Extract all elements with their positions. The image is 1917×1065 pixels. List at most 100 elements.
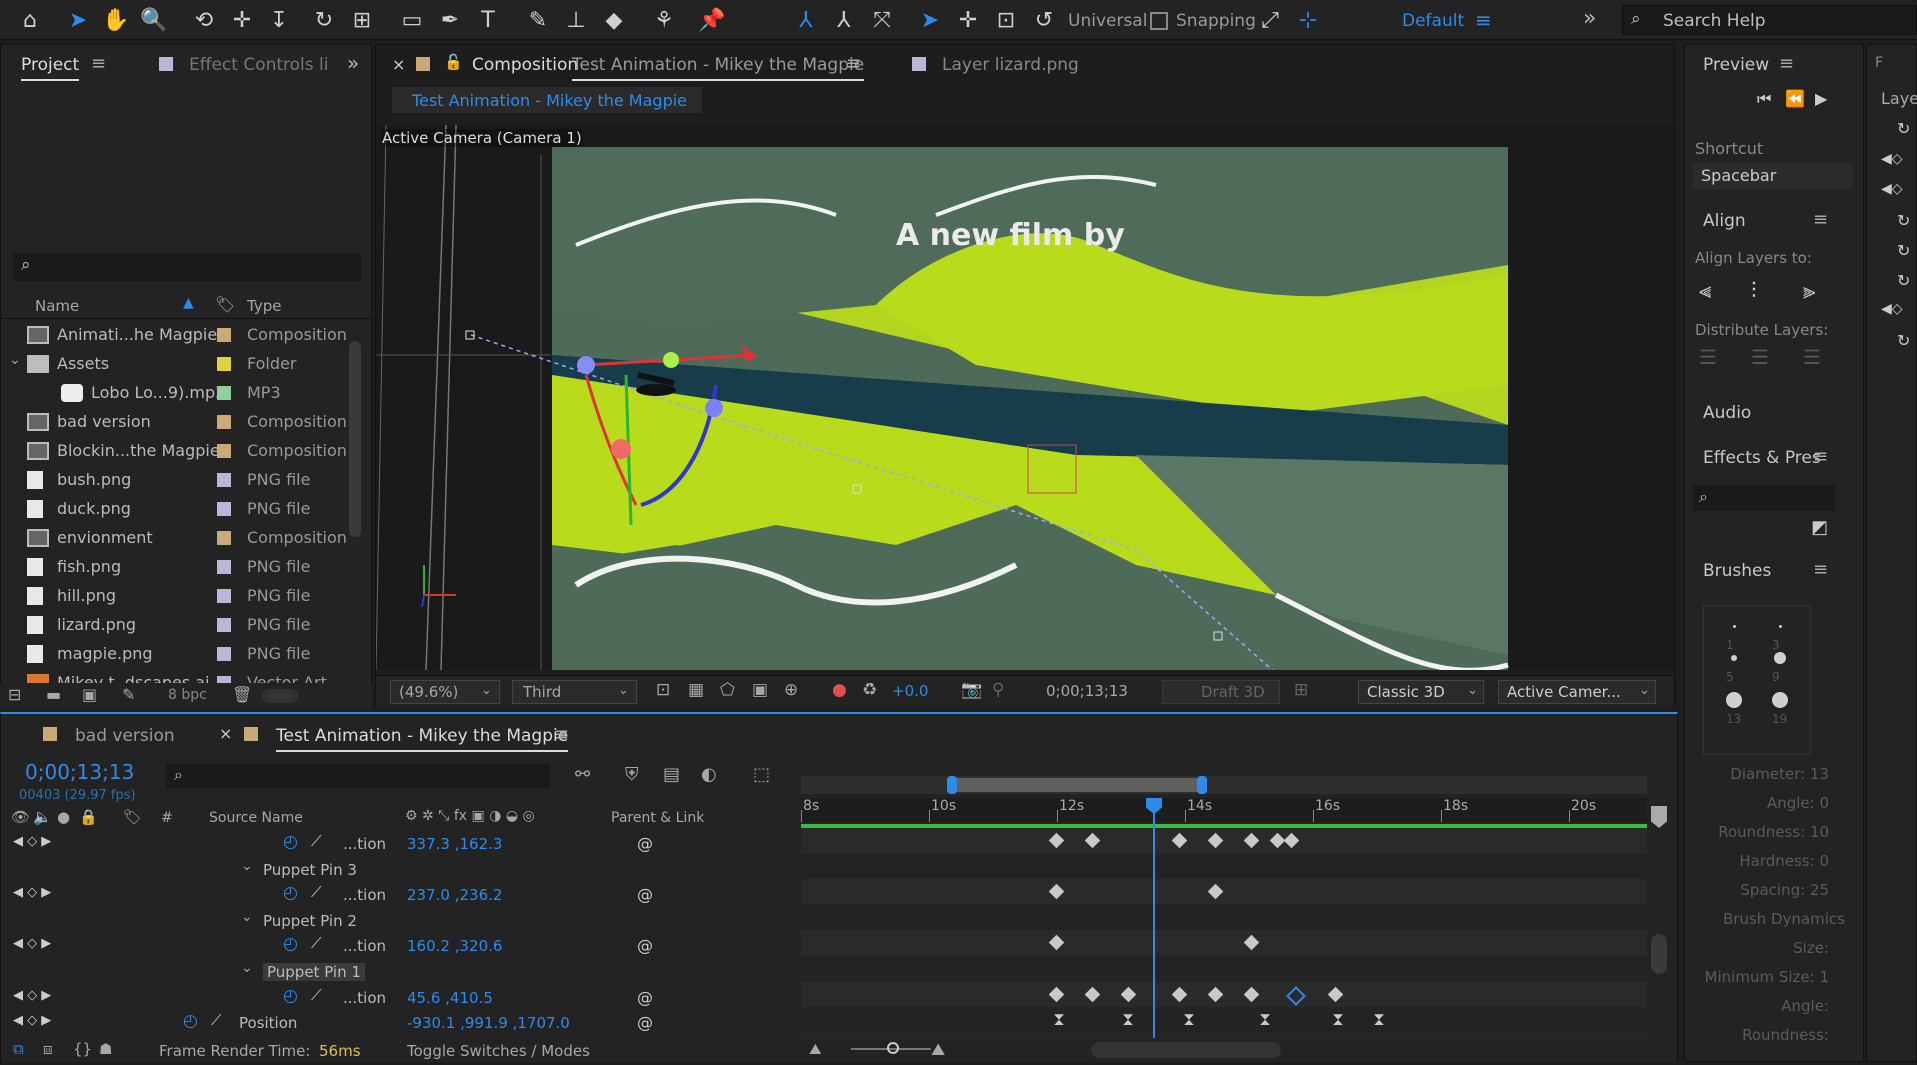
fast-preview-icon[interactable]: ⊡ bbox=[656, 680, 670, 700]
draft-3d-toggle[interactable]: Draft 3D bbox=[1162, 680, 1280, 704]
reset-exposure-icon[interactable]: ♻ bbox=[862, 680, 877, 700]
renderer-dropdown[interactable]: Classic 3D ⌄ bbox=[1358, 680, 1484, 704]
expand-chevron-icon[interactable]: ⌄ bbox=[241, 960, 253, 976]
expand-chevron-icon[interactable]: ⌄ bbox=[241, 909, 253, 925]
channel-icon[interactable]: ● bbox=[832, 680, 847, 700]
brush-tip[interactable] bbox=[1731, 655, 1737, 661]
zoom-out-icon[interactable]: ⛰ bbox=[809, 1040, 822, 1058]
workspace-menu-icon[interactable]: ≡ bbox=[1475, 8, 1492, 32]
eraser-tool-icon[interactable]: ◆ bbox=[600, 6, 628, 34]
stopwatch-icon[interactable]: ◴ bbox=[283, 934, 298, 954]
close-tab-icon[interactable]: × bbox=[392, 55, 405, 74]
comp-marker-bin[interactable] bbox=[1651, 806, 1667, 828]
label-swatch[interactable] bbox=[217, 444, 231, 458]
roto-brush-icon[interactable]: ⚘ bbox=[650, 6, 678, 34]
puppet-pin-icon[interactable]: 📌 bbox=[698, 6, 726, 34]
sort-ascending-icon[interactable]: ▲ bbox=[183, 295, 194, 311]
rotate-3d-icon[interactable]: ↺ bbox=[1030, 6, 1058, 34]
audio-icon[interactable]: 🔈 bbox=[33, 808, 52, 826]
keyframe-nav-icon[interactable]: ◀◇ bbox=[1881, 181, 1903, 197]
timeline-scrollbar[interactable] bbox=[1651, 934, 1667, 974]
tab-effect-controls[interactable]: Effect Controls li bbox=[189, 55, 329, 75]
magnification-dropdown[interactable]: (49.6%) ⌄ bbox=[390, 680, 500, 704]
resolution-dropdown[interactable]: Third ⌄ bbox=[512, 680, 637, 704]
home-icon[interactable]: ⌂ bbox=[16, 6, 44, 34]
previous-frame-icon[interactable]: ⏪ bbox=[1785, 89, 1805, 108]
selection-3d-icon[interactable]: ➤ bbox=[916, 6, 944, 34]
tab-layer[interactable]: Layer lizard.png bbox=[942, 55, 1079, 75]
label-swatch[interactable] bbox=[217, 386, 231, 400]
time-ruler[interactable]: 8s 10s 12s 14s 16s 18s 20s bbox=[801, 798, 1647, 822]
workspace-default[interactable]: Default bbox=[1402, 11, 1464, 31]
new-composition-icon[interactable]: ▣ bbox=[82, 685, 97, 704]
panel-menu-icon[interactable]: ≡ bbox=[1813, 209, 1828, 230]
graph-icon[interactable]: ⟋ bbox=[311, 883, 322, 901]
new-folder-icon[interactable]: ▬ bbox=[46, 685, 61, 704]
pan-behind-icon[interactable]: ⊞ bbox=[348, 6, 376, 34]
mask-visibility-icon[interactable]: ⬠ bbox=[720, 680, 735, 700]
label-swatch[interactable] bbox=[217, 357, 231, 371]
project-item[interactable]: fish.png PNG file bbox=[1, 553, 346, 581]
project-item[interactable]: Lobo Lo...9).mp3 MP3 bbox=[1, 379, 346, 407]
project-item[interactable]: bad version Composition bbox=[1, 408, 346, 436]
graph-icon[interactable]: ⟋ bbox=[311, 934, 322, 952]
move-3d-icon[interactable]: ✛ bbox=[954, 6, 982, 34]
snap-grid-icon[interactable]: ⊹ bbox=[1294, 6, 1322, 34]
panel-grip[interactable]: F bbox=[1875, 55, 1883, 71]
panel-menu-icon[interactable]: ≡ bbox=[1813, 559, 1828, 580]
project-item[interactable]: lizard.png PNG file bbox=[1, 611, 346, 639]
refresh-icon[interactable]: ↻ bbox=[1897, 241, 1910, 260]
more-workspaces-icon[interactable]: » bbox=[1583, 6, 1596, 31]
zoom-tool-icon[interactable]: 🔍 bbox=[140, 6, 168, 34]
keyframe-row[interactable] bbox=[801, 981, 1647, 1007]
pick-whip-icon[interactable]: @ bbox=[637, 885, 653, 904]
brush-tool-icon[interactable]: ✎ bbox=[524, 6, 552, 34]
pick-whip-icon[interactable]: @ bbox=[637, 988, 653, 1007]
rectangle-tool-icon[interactable]: ▭ bbox=[398, 6, 426, 34]
project-item[interactable]: ⌄ Assets Folder bbox=[1, 350, 346, 378]
project-item[interactable]: magpie.png PNG file bbox=[1, 640, 346, 668]
breadcrumb-comp[interactable]: Test Animation - Mikey the Magpie bbox=[412, 91, 687, 110]
rotation-tool-icon[interactable]: ↻ bbox=[310, 6, 338, 34]
first-frame-icon[interactable]: ⏮ bbox=[1757, 89, 1771, 109]
hand-tool-icon[interactable]: ✋ bbox=[102, 6, 130, 34]
local-axis-icon[interactable]: ⅄ bbox=[792, 6, 820, 34]
transparency-grid-icon[interactable]: ▦ bbox=[688, 680, 704, 700]
pen-tool-icon[interactable]: ✒ bbox=[436, 6, 464, 34]
column-name[interactable]: Name bbox=[35, 297, 79, 315]
in-out-icon[interactable]: {} bbox=[73, 1040, 92, 1058]
distribute-top-icon[interactable]: ☰ bbox=[1699, 345, 1717, 369]
pick-whip-icon[interactable]: @ bbox=[637, 834, 653, 853]
graph-icon[interactable]: ⟋ bbox=[311, 986, 322, 1004]
region-of-interest-icon[interactable]: ▣ bbox=[752, 680, 768, 700]
project-item[interactable]: bush.png PNG file bbox=[1, 466, 346, 494]
draft-3d-timeline-icon[interactable]: ⛨ bbox=[625, 764, 639, 785]
switches-icons[interactable]: ⚙ ✲ ⤡ fx ▣ ◑ ◒ ◎ bbox=[405, 808, 535, 824]
folder-expand-icon[interactable]: ⌄ bbox=[9, 352, 21, 368]
keyframe-nav-icon[interactable]: ◀◇ bbox=[1881, 301, 1903, 317]
project-item[interactable]: hill.png PNG file bbox=[1, 582, 346, 610]
orbit-camera-icon[interactable]: ⟲ bbox=[190, 6, 218, 34]
tab-bad-version[interactable]: bad version bbox=[75, 726, 175, 746]
label-swatch[interactable] bbox=[217, 415, 231, 429]
work-area-start-handle[interactable] bbox=[947, 776, 957, 794]
label-swatch[interactable] bbox=[217, 647, 231, 661]
layer-tab-label[interactable]: Laye bbox=[1881, 89, 1917, 108]
project-item[interactable]: duck.png PNG file bbox=[1, 495, 346, 523]
breadcrumb[interactable]: Test Animation - Mikey the Magpie bbox=[392, 87, 702, 113]
frame-blending-icon[interactable]: ▤ bbox=[663, 764, 680, 785]
panel-menu-icon[interactable]: ≡ bbox=[91, 53, 106, 74]
work-area-bar[interactable] bbox=[801, 776, 1647, 794]
keyframe-navigator-icon[interactable]: ◀ ◇ ▶ bbox=[13, 988, 51, 1003]
label-tag-icon[interactable]: 🏷 bbox=[215, 295, 235, 314]
tab-composition-name[interactable]: Test Animation - Mikey the Magpie bbox=[572, 55, 865, 81]
stopwatch-icon[interactable]: ◴ bbox=[283, 832, 298, 852]
distribute-center-icon[interactable]: ☰ bbox=[1751, 345, 1769, 369]
column-type[interactable]: Type bbox=[247, 297, 281, 315]
project-item[interactable]: Animati...he Magpie Composition bbox=[1, 321, 346, 349]
property-value[interactable]: -930.1 ,991.9 ,1707.0 bbox=[407, 1014, 570, 1032]
project-item[interactable]: Blockin...the Magpie Composition bbox=[1, 437, 346, 465]
horizontal-scrollbar[interactable] bbox=[1091, 1042, 1281, 1058]
close-tab-icon[interactable]: × bbox=[219, 724, 232, 743]
panel-menu-icon[interactable]: ≡ bbox=[1813, 446, 1828, 467]
